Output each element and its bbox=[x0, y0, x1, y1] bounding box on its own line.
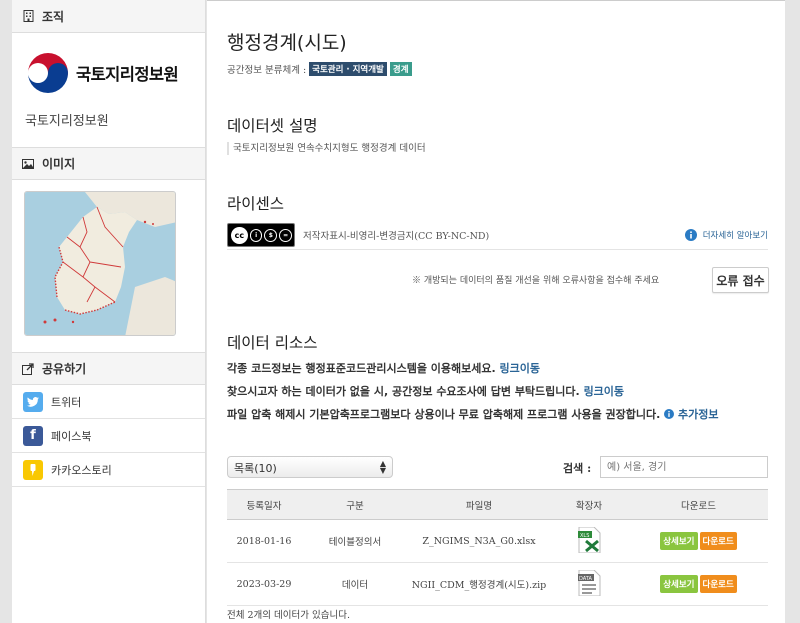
info-line-code: 각종 코드정보는 행정표준코드관리시스템을 이용해보세요. 링크이동 bbox=[227, 361, 767, 376]
info-icon bbox=[684, 229, 697, 241]
error-notice: ※ 개방되는 데이터의 품질 개선을 위해 오류사항을 접수해 주세요 bbox=[412, 276, 660, 286]
row-extension: DATA bbox=[549, 562, 629, 606]
download-button[interactable]: 다운로드 bbox=[699, 575, 737, 593]
license-text: 저작자표시-비영리-변경금지(CC BY-NC-ND) bbox=[303, 231, 490, 242]
info-line-unzip: 파일 압축 해제시 기본압축프로그램보다 상용이나 무료 압축해제 프로그램 사… bbox=[227, 407, 773, 422]
search-input[interactable] bbox=[600, 456, 768, 478]
org-logo-text: 국토지리정보원 bbox=[76, 65, 179, 84]
image-icon bbox=[22, 158, 34, 170]
resources-heading: 데이터 리소스 bbox=[227, 334, 318, 352]
table-row: 2018-01-16 테이블정의서 Z_NGIMS_N3A_G0.xlsx XL… bbox=[227, 519, 768, 563]
share-kakaostory[interactable]: 카카오스토리 bbox=[12, 453, 205, 487]
row-type: 테이블정의서 bbox=[301, 519, 409, 563]
dataset-preview-map[interactable] bbox=[24, 191, 176, 336]
classification-row: 공간정보 분류체계 : 국토관리 · 지역개발 경계 bbox=[227, 62, 412, 76]
col-date[interactable]: 등록일자 bbox=[227, 489, 301, 520]
info-line-code-text: 각종 코드정보는 행정표준코드관리시스템을 이용해보세요. bbox=[227, 362, 496, 375]
page-size-value: 목록(10) bbox=[234, 462, 277, 475]
sidebar: 조직 국토지리정보원 국토지리정보원 이미지 공유하기 트위터 f 페이스북 카… bbox=[12, 0, 206, 623]
xlsx-file-icon: XLS bbox=[578, 526, 601, 553]
row-filename: Z_NGIMS_N3A_G0.xlsx bbox=[409, 519, 549, 563]
org-header-label: 조직 bbox=[42, 9, 65, 24]
org-logo[interactable]: 국토지리정보원 bbox=[12, 33, 205, 113]
cc-icon: cc bbox=[231, 226, 248, 244]
row-actions: 상세보기 다운로드 bbox=[629, 562, 768, 606]
share-facebook[interactable]: f 페이스북 bbox=[12, 419, 205, 453]
share-facebook-label: 페이스북 bbox=[51, 429, 92, 443]
cc-license-badge[interactable]: cc i $ = bbox=[227, 223, 295, 247]
license-more-link[interactable]: 더자세히 알아보기 bbox=[684, 229, 768, 241]
info-small-icon bbox=[664, 409, 675, 419]
code-system-link[interactable]: 링크이동 bbox=[500, 362, 540, 375]
info-line-survey-text: 찾으시고자 하는 데이터가 없을 시, 공간정보 수요조사에 답변 부탁드립니다… bbox=[227, 385, 580, 398]
org-name[interactable]: 국토지리정보원 bbox=[12, 113, 205, 147]
row-filename: NGII_CDM_행정경계(시도).zip bbox=[409, 562, 549, 606]
detail-button[interactable]: 상세보기 bbox=[660, 532, 698, 550]
classification-label: 공간정보 분류체계 : bbox=[227, 65, 307, 76]
page-title: 행정경계(시도) bbox=[227, 32, 347, 54]
share-twitter[interactable]: 트위터 bbox=[12, 385, 205, 419]
info-line-unzip-text: 파일 압축 해제시 기본압축프로그램보다 상용이나 무료 압축해제 프로그램 사… bbox=[227, 408, 661, 421]
col-download: 다운로드 bbox=[629, 489, 768, 520]
license-row: cc i $ = 저작자표시-비영리-변경금지(CC BY-NC-ND) 더자세… bbox=[227, 223, 768, 250]
col-filename[interactable]: 파일명 bbox=[409, 489, 549, 520]
svg-text:DATA: DATA bbox=[579, 576, 592, 582]
detail-button[interactable]: 상세보기 bbox=[660, 575, 698, 593]
svg-text:XLS: XLS bbox=[580, 533, 589, 539]
select-arrows-icon: ▲ ▼ bbox=[379, 459, 386, 475]
survey-link[interactable]: 링크이동 bbox=[584, 385, 624, 398]
row-extension: XLS bbox=[549, 519, 629, 563]
col-extension[interactable]: 확장자 bbox=[549, 489, 629, 520]
main-content: 행정경계(시도) 공간정보 분류체계 : 국토관리 · 지역개발 경계 데이터셋… bbox=[207, 0, 785, 623]
row-type: 데이터 bbox=[301, 562, 409, 606]
search-label: 검색 : bbox=[563, 462, 592, 475]
facebook-icon: f bbox=[23, 425, 43, 446]
org-header: 조직 bbox=[12, 0, 205, 33]
by-icon: i bbox=[249, 228, 263, 242]
page-size-select[interactable]: 목록(10) ▲ ▼ bbox=[227, 456, 393, 478]
total-count: 전체 2개의 데이터가 있습니다. bbox=[227, 610, 351, 621]
tag-land-management[interactable]: 국토관리 · 지역개발 bbox=[309, 62, 387, 76]
share-kakaostory-label: 카카오스토리 bbox=[51, 463, 112, 477]
table-header-row: 등록일자 구분 파일명 확장자 다운로드 bbox=[227, 489, 768, 520]
download-button[interactable]: 다운로드 bbox=[699, 532, 737, 550]
license-more-label: 더자세히 알아보기 bbox=[702, 231, 768, 241]
col-type[interactable]: 구분 bbox=[301, 489, 409, 520]
kakaostory-icon bbox=[23, 459, 43, 480]
resource-table: 등록일자 구분 파일명 확장자 다운로드 2018-01-16 테이블정의서 Z… bbox=[227, 489, 768, 606]
dataset-description: 국토지리정보원 연속수치지형도 행정경계 데이터 bbox=[227, 142, 426, 155]
info-line-survey: 찾으시고자 하는 데이터가 없을 시, 공간정보 수요조사에 답변 부탁드립니다… bbox=[227, 384, 767, 399]
share-icon bbox=[22, 362, 34, 375]
taegeuk-logo-icon bbox=[28, 53, 68, 93]
nc-icon: $ bbox=[264, 228, 278, 242]
table-row: 2023-03-29 데이터 NGII_CDM_행정경계(시도).zip DAT… bbox=[227, 562, 768, 606]
row-date: 2023-03-29 bbox=[227, 562, 301, 606]
share-twitter-label: 트위터 bbox=[51, 395, 82, 409]
data-file-icon: DATA bbox=[578, 569, 601, 596]
license-heading: 라이센스 bbox=[227, 195, 285, 213]
row-date: 2018-01-16 bbox=[227, 519, 301, 563]
twitter-icon bbox=[23, 391, 43, 412]
row-actions: 상세보기 다운로드 bbox=[629, 519, 768, 563]
description-heading: 데이터셋 설명 bbox=[227, 117, 318, 135]
error-report-button[interactable]: 오류 접수 bbox=[712, 267, 769, 293]
share-header-label: 공유하기 bbox=[42, 362, 87, 376]
building-icon bbox=[22, 10, 34, 22]
image-header: 이미지 bbox=[12, 147, 205, 180]
tag-boundary[interactable]: 경계 bbox=[389, 62, 412, 76]
nd-icon: = bbox=[279, 228, 293, 242]
share-header: 공유하기 bbox=[12, 352, 205, 385]
image-header-label: 이미지 bbox=[42, 157, 76, 171]
unzip-info-link[interactable]: 추가정보 bbox=[664, 408, 719, 421]
unzip-info-link-label: 추가정보 bbox=[678, 408, 719, 421]
